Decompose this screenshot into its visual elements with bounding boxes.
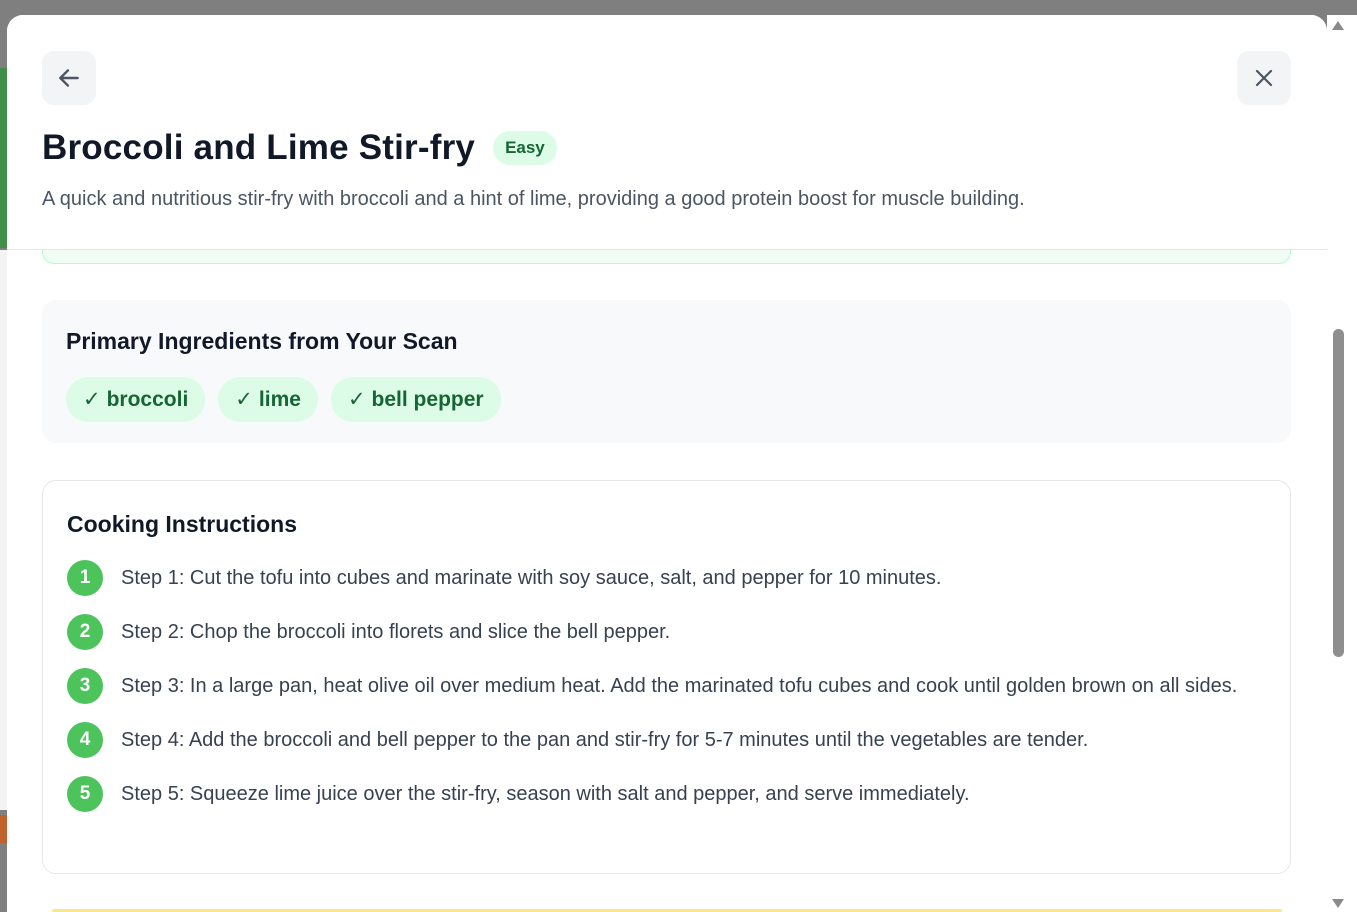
back-button[interactable] (42, 51, 96, 105)
background-card-green (0, 68, 7, 248)
ingredient-chip: ✓ bell pepper (330, 377, 501, 422)
check-icon: ✓ (347, 388, 366, 411)
step-number: 4 (67, 722, 103, 758)
ingredient-label: bell pepper (371, 387, 484, 411)
difficulty-badge: Easy (493, 131, 557, 165)
step-item: 5 Step 5: Squeeze lime juice over the st… (67, 776, 1266, 812)
ingredient-chips: ✓ broccoli ✓ lime ✓ bell pepper (66, 377, 1267, 422)
step-text: Step 1: Cut the tofu into cubes and mari… (121, 567, 942, 589)
step-number: 2 (67, 614, 103, 650)
ingredient-chip: ✓ broccoli (66, 377, 206, 422)
step-number: 1 (67, 560, 103, 596)
ingredients-card: Primary Ingredients from Your Scan ✓ bro… (42, 300, 1291, 443)
ingredient-chip: ✓ lime (218, 377, 318, 422)
check-icon: ✓ (235, 388, 253, 411)
scroll-up-arrow-icon[interactable] (1332, 21, 1344, 30)
ingredients-heading: Primary Ingredients from Your Scan (66, 328, 458, 354)
step-item: 4 Step 4: Add the broccoli and bell pepp… (67, 722, 1266, 758)
step-number: 5 (67, 776, 103, 812)
background-card-left (0, 250, 7, 810)
background-card-orange (0, 815, 7, 843)
steps-list: 1 Step 1: Cut the tofu into cubes and ma… (67, 560, 1266, 812)
instructions-heading: Cooking Instructions (67, 511, 297, 537)
step-text: Step 2: Chop the broccoli into florets a… (121, 621, 671, 643)
step-item: 1 Step 1: Cut the tofu into cubes and ma… (67, 560, 1266, 596)
recipe-title: Broccoli and Lime Stir-fry (42, 128, 476, 167)
close-icon (1255, 69, 1273, 87)
step-number: 3 (67, 668, 103, 704)
step-text: Step 3: In a large pan, heat olive oil o… (121, 675, 1238, 697)
step-text: Step 5: Squeeze lime juice over the stir… (121, 783, 970, 805)
recipe-modal: Broccoli and Lime Stir-fry Easy A quick … (7, 15, 1327, 912)
check-icon: ✓ (83, 388, 101, 411)
instructions-card: Cooking Instructions 1 Step 1: Cut the t… (42, 480, 1291, 874)
scrollbar-thumb[interactable] (1333, 329, 1344, 657)
arrow-left-icon (59, 69, 79, 87)
step-item: 2 Step 2: Chop the broccoli into florets… (67, 614, 1266, 650)
ingredient-label: lime (258, 387, 301, 411)
ingredient-label: broccoli (106, 387, 189, 411)
recipe-description: A quick and nutritious stir-fry with bro… (42, 188, 1025, 210)
title-row: Broccoli and Lime Stir-fry Easy (42, 128, 557, 168)
scroll-down-arrow-icon[interactable] (1332, 899, 1344, 908)
step-item: 3 Step 3: In a large pan, heat olive oil… (67, 668, 1266, 704)
close-button[interactable] (1237, 51, 1291, 105)
step-text: Step 4: Add the broccoli and bell pepper… (121, 729, 1089, 751)
scrollbar[interactable] (1327, 15, 1357, 912)
modal-header: Broccoli and Lime Stir-fry Easy A quick … (7, 15, 1327, 250)
